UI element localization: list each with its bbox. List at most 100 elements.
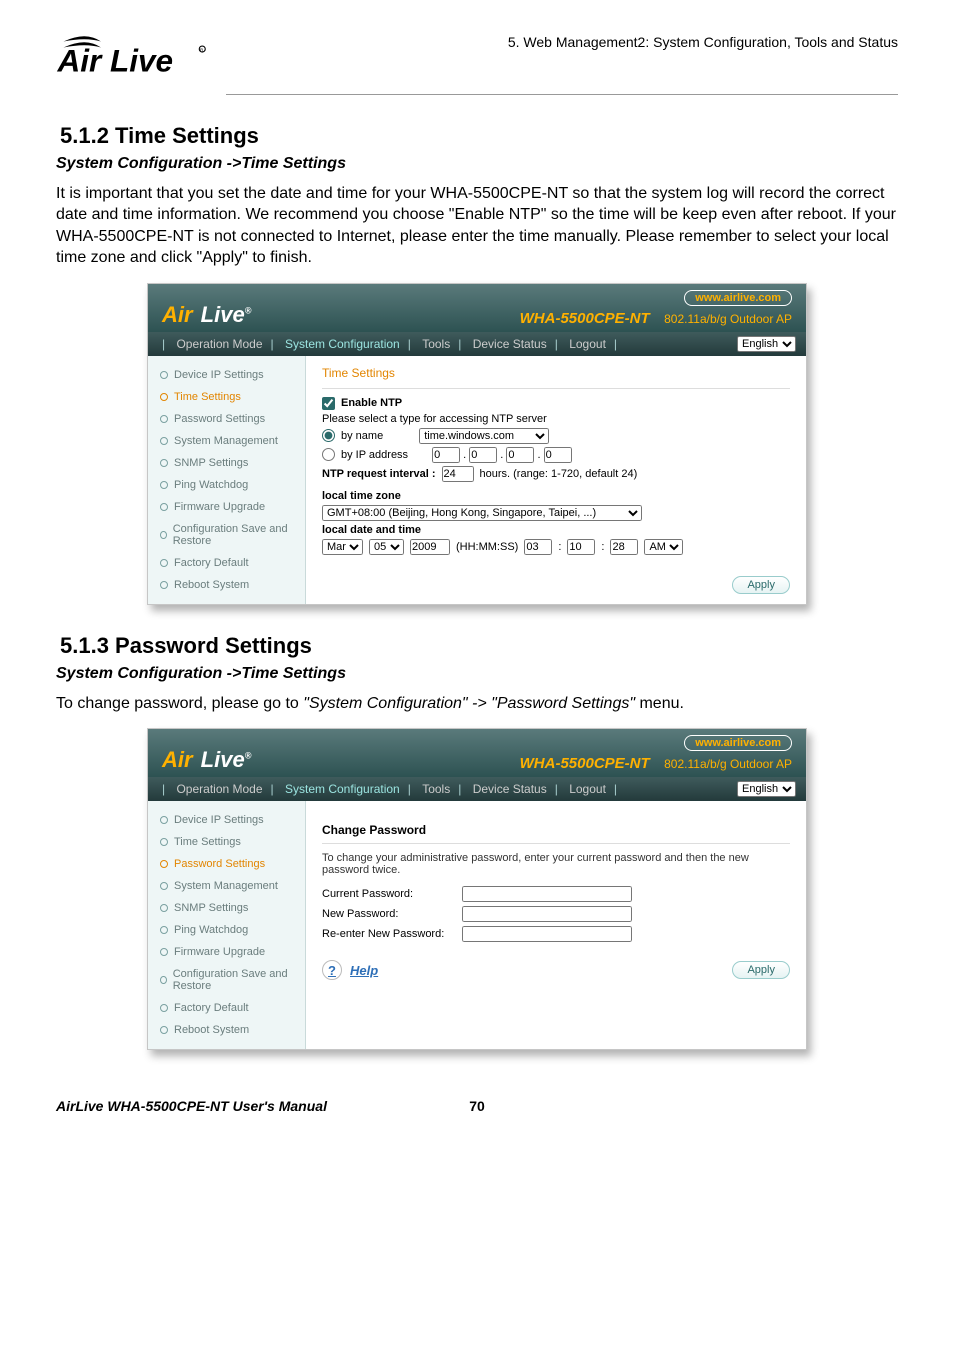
sidebar-item-reboot-system[interactable]: Reboot System — [148, 1019, 305, 1041]
page-header-breadcrumb: 5. Web Management2: System Configuration… — [508, 28, 898, 50]
website-pill[interactable]: www.airlive.com — [684, 735, 792, 751]
sidebar-item-factory-default[interactable]: Factory Default — [148, 552, 305, 574]
new-password-label: New Password: — [322, 908, 462, 920]
sidebar-item-reboot-system[interactable]: Reboot System — [148, 574, 305, 596]
brand-logo: Air Live® — [162, 747, 251, 773]
sidebar-item-config-save-restore[interactable]: Configuration Save and Restore — [148, 963, 305, 997]
footer-manual-title: AirLive WHA-5500CPE-NT User's Manual — [56, 1098, 327, 1114]
tab-operation-mode[interactable]: Operation Mode — [172, 782, 266, 796]
date-label: local date and time — [322, 524, 421, 536]
sidebar-item-system-management[interactable]: System Management — [148, 430, 305, 452]
sidebar-item-password-settings[interactable]: Password Settings — [148, 408, 305, 430]
sidebar-item-label: Ping Watchdog — [174, 479, 248, 491]
second-input[interactable] — [610, 539, 638, 555]
tab-device-status[interactable]: Device Status — [469, 337, 551, 351]
ip-octet-3[interactable] — [506, 447, 534, 463]
sidebar-item-label: SNMP Settings — [174, 457, 248, 469]
sidebar-item-label: Device IP Settings — [174, 369, 264, 381]
ip-octet-1[interactable] — [432, 447, 460, 463]
sidebar-item-device-ip[interactable]: Device IP Settings — [148, 364, 305, 386]
year-input[interactable] — [410, 539, 450, 555]
sidebar-item-label: Device IP Settings — [174, 814, 264, 826]
sidebar-item-label: Password Settings — [174, 413, 265, 425]
ntp-select-text: Please select a type for accessing NTP s… — [322, 413, 790, 425]
tab-tools[interactable]: Tools — [418, 782, 454, 796]
sidebar-item-label: System Management — [174, 435, 278, 447]
reenter-password-input[interactable] — [462, 926, 632, 942]
change-password-desc: To change your administrative password, … — [322, 852, 790, 876]
sidebar-item-label: Reboot System — [174, 1024, 249, 1036]
new-password-input[interactable] — [462, 906, 632, 922]
sidebar-item-password-settings[interactable]: Password Settings — [148, 853, 305, 875]
device-subtitle: 802.11a/b/g Outdoor AP — [664, 757, 792, 771]
language-select[interactable]: English — [737, 781, 796, 797]
current-password-input[interactable] — [462, 886, 632, 902]
ip-octet-4[interactable] — [544, 447, 572, 463]
sidebar-item-device-ip[interactable]: Device IP Settings — [148, 809, 305, 831]
sidebar-item-firmware-upgrade[interactable]: Firmware Upgrade — [148, 941, 305, 963]
sidebar-item-label: Configuration Save and Restore — [173, 523, 295, 547]
by-ip-label: by IP address — [341, 449, 408, 461]
ampm-select[interactable]: AM — [644, 539, 683, 555]
section-5-1-3-subhead: System Configuration ->Time Settings — [56, 665, 898, 683]
by-name-radio[interactable] — [322, 429, 335, 442]
sidebar-item-time-settings[interactable]: Time Settings — [148, 386, 305, 408]
sidebar-item-label: Configuration Save and Restore — [173, 968, 295, 992]
sidebar-item-ping-watchdog[interactable]: Ping Watchdog — [148, 919, 305, 941]
sidebar-item-ping-watchdog[interactable]: Ping Watchdog — [148, 474, 305, 496]
password-settings-screenshot: Air Live® www.airlive.com WHA-5500CPE-NT… — [147, 728, 807, 1050]
tab-system-configuration[interactable]: System Configuration — [281, 337, 404, 351]
language-select[interactable]: English — [737, 336, 796, 352]
section-5-1-3-body: To change password, please go to "System… — [56, 693, 898, 715]
tab-device-status[interactable]: Device Status — [469, 782, 551, 796]
sidebar-item-snmp-settings[interactable]: SNMP Settings — [148, 452, 305, 474]
help-link[interactable]: ? Help — [322, 960, 790, 980]
ntp-interval-label: NTP request interval : — [322, 468, 436, 480]
ip-octet-2[interactable] — [469, 447, 497, 463]
ntp-interval-input[interactable] — [442, 466, 474, 482]
enable-ntp-label: Enable NTP — [341, 397, 402, 409]
device-model: WHA-5500CPE-NT — [520, 755, 650, 772]
enable-ntp-checkbox[interactable] — [322, 397, 335, 410]
day-select[interactable]: 05 — [369, 539, 404, 555]
sidebar-item-label: SNMP Settings — [174, 902, 248, 914]
sidebar-item-time-settings[interactable]: Time Settings — [148, 831, 305, 853]
apply-button[interactable]: Apply — [732, 961, 790, 979]
sidebar-item-label: Time Settings — [174, 391, 241, 403]
time-settings-screenshot: Air Live® www.airlive.com WHA-5500CPE-NT… — [147, 283, 807, 605]
section-5-1-2-subhead: System Configuration ->Time Settings — [56, 155, 898, 173]
minute-input[interactable] — [567, 539, 595, 555]
ntp-server-select[interactable]: time.windows.com — [419, 428, 549, 444]
section-5-1-2-body: It is important that you set the date an… — [56, 183, 898, 269]
airlive-logo: Air Live R — [56, 28, 206, 86]
brand-logo: Air Live® — [162, 302, 251, 328]
tab-logout[interactable]: Logout — [565, 782, 610, 796]
footer-page-number: 70 — [469, 1098, 485, 1114]
sidebar-item-label: System Management — [174, 880, 278, 892]
month-select[interactable]: Mar — [322, 539, 363, 555]
device-model: WHA-5500CPE-NT — [520, 310, 650, 327]
tab-operation-mode[interactable]: Operation Mode — [172, 337, 266, 351]
hour-input[interactable] — [524, 539, 552, 555]
tab-tools[interactable]: Tools — [418, 337, 454, 351]
tab-system-configuration[interactable]: System Configuration — [281, 782, 404, 796]
header-rule — [226, 94, 898, 95]
timezone-select[interactable]: GMT+08:00 (Beijing, Hong Kong, Singapore… — [322, 505, 642, 521]
sidebar-item-config-save-restore[interactable]: Configuration Save and Restore — [148, 518, 305, 552]
by-ip-radio[interactable] — [322, 448, 335, 461]
sidebar-item-label: Password Settings — [174, 858, 265, 870]
website-pill[interactable]: www.airlive.com — [684, 290, 792, 306]
section-5-1-2-heading: 5.1.2 Time Settings — [60, 123, 898, 149]
section-5-1-3-heading: 5.1.3 Password Settings — [60, 633, 898, 659]
sidebar-item-firmware-upgrade[interactable]: Firmware Upgrade — [148, 496, 305, 518]
sidebar-item-snmp-settings[interactable]: SNMP Settings — [148, 897, 305, 919]
sidebar-item-label: Factory Default — [174, 557, 249, 569]
sidebar-item-system-management[interactable]: System Management — [148, 875, 305, 897]
sidebar-item-label: Time Settings — [174, 836, 241, 848]
tab-logout[interactable]: Logout — [565, 337, 610, 351]
timezone-label: local time zone — [322, 490, 401, 502]
sidebar-item-factory-default[interactable]: Factory Default — [148, 997, 305, 1019]
sidebar-item-label: Firmware Upgrade — [174, 501, 265, 513]
apply-button[interactable]: Apply — [732, 576, 790, 594]
sidebar-item-label: Ping Watchdog — [174, 924, 248, 936]
